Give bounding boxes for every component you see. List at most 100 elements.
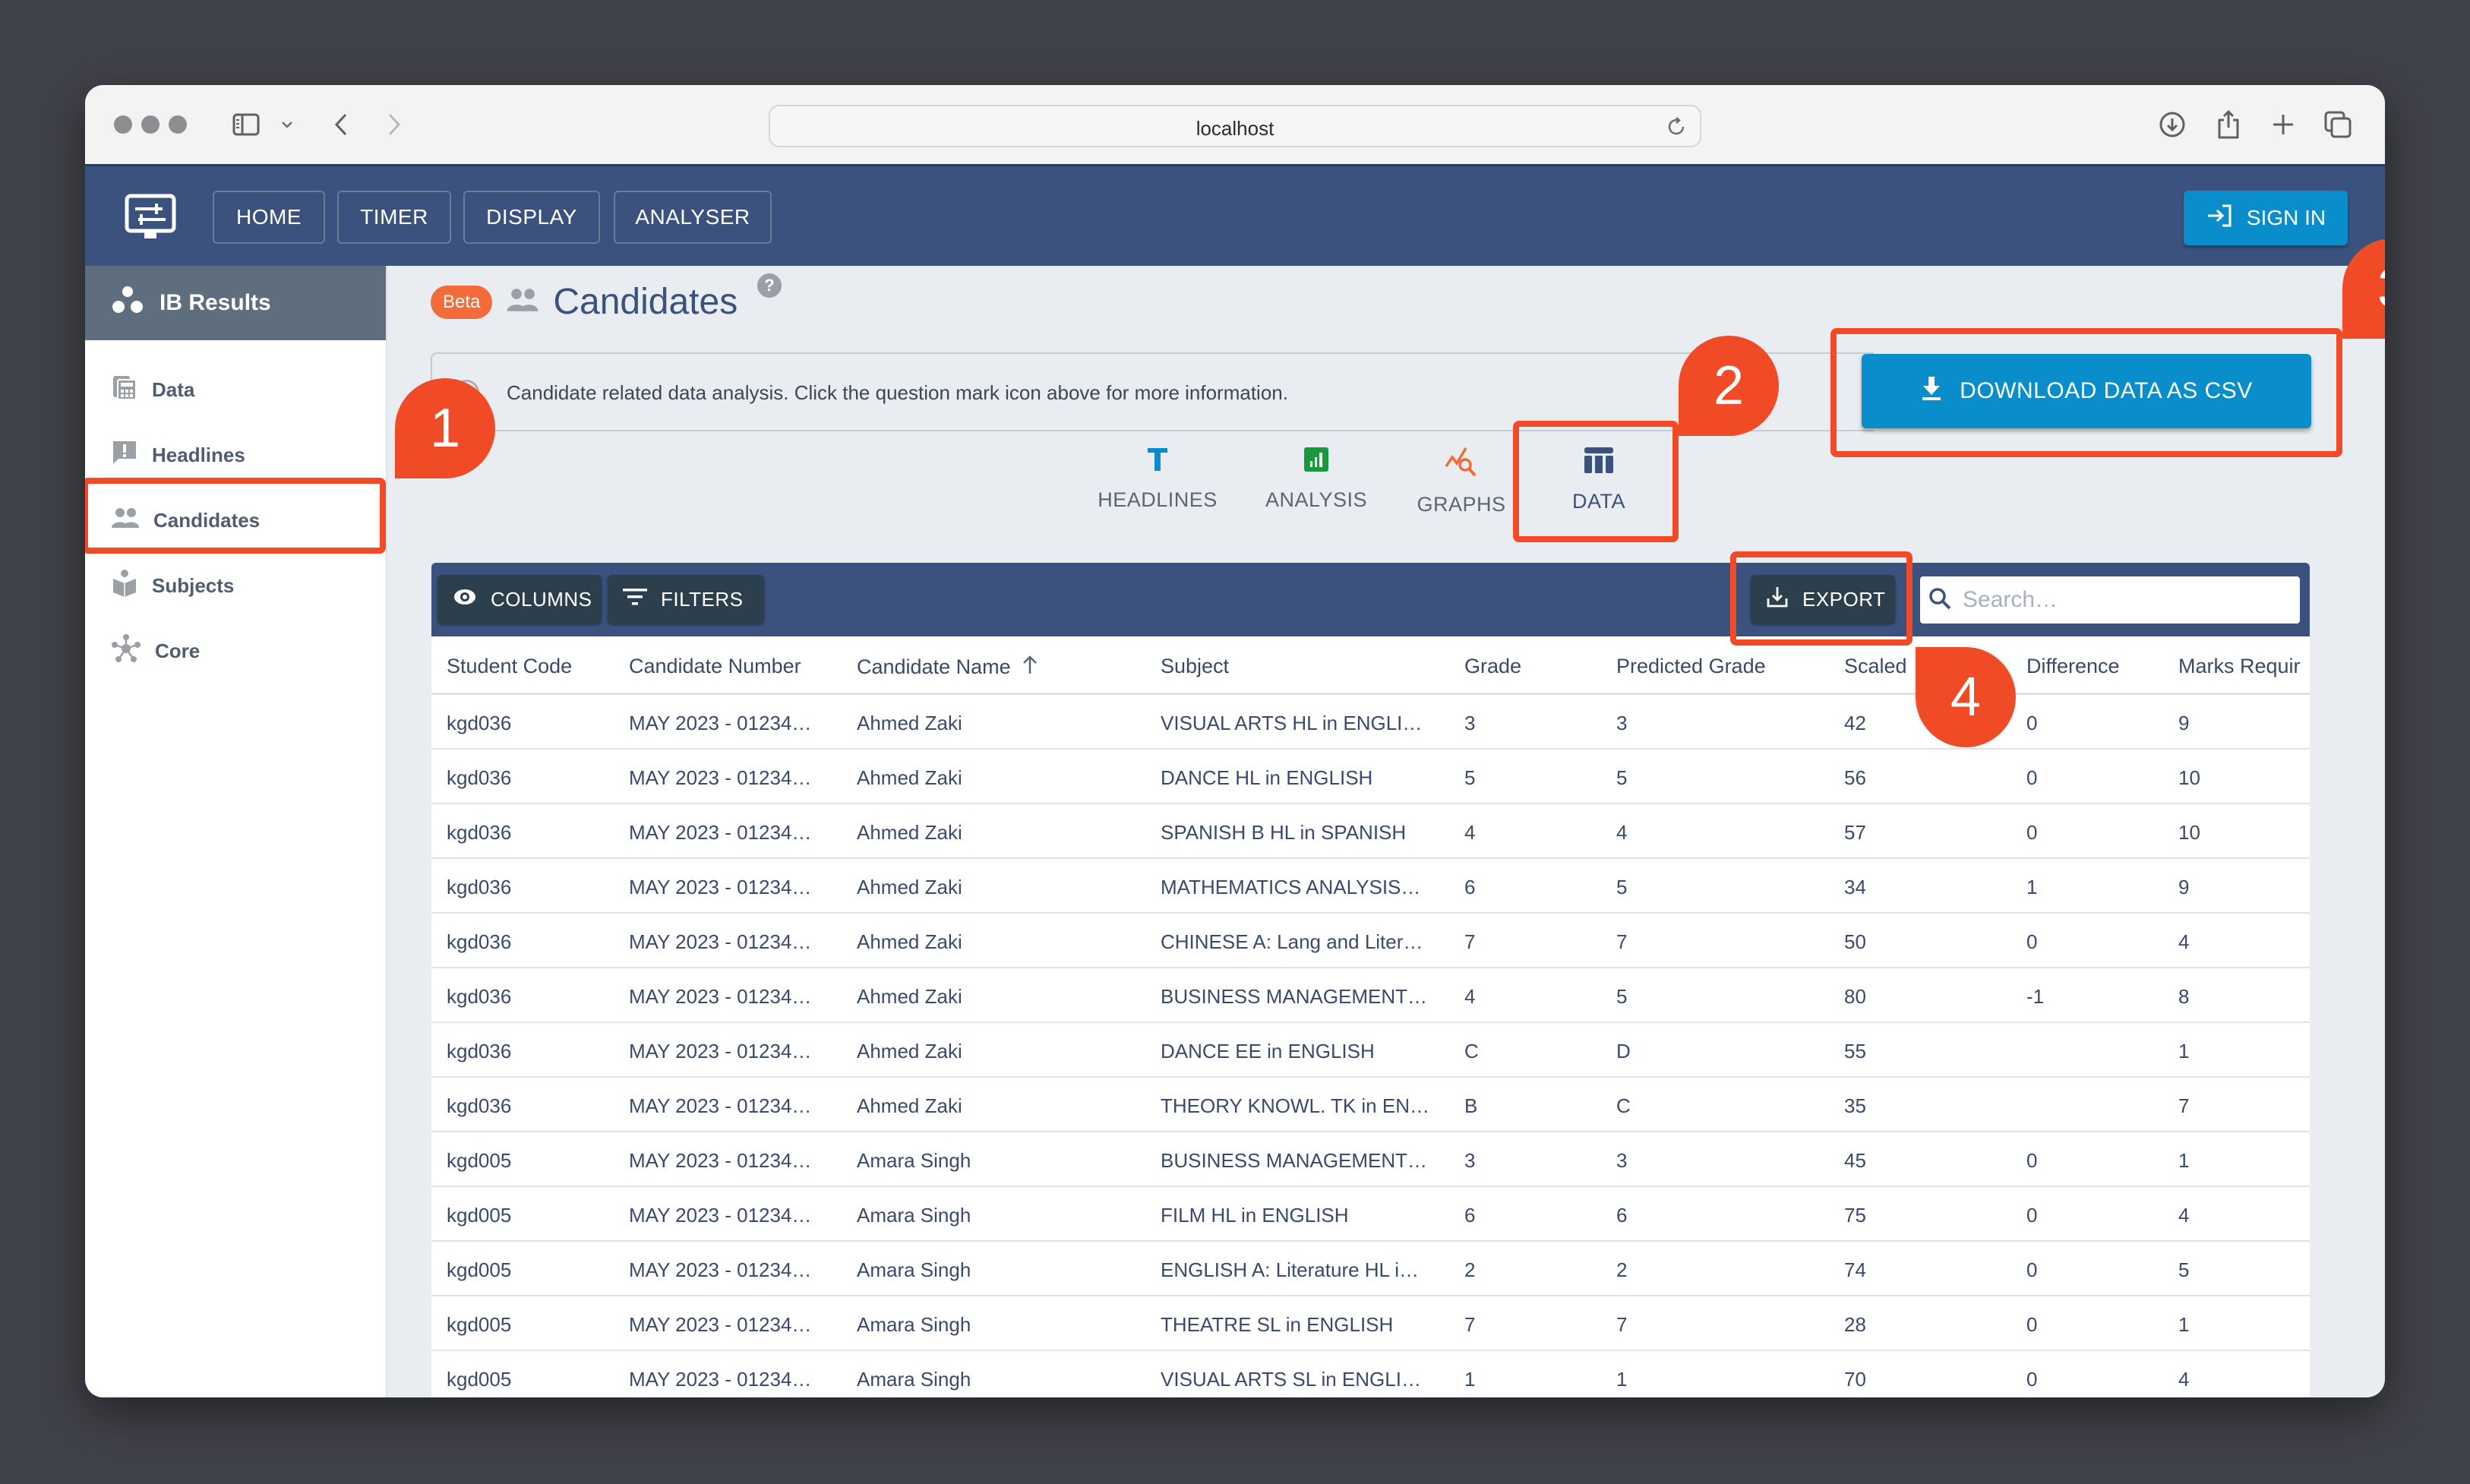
table-row[interactable]: kgd005 MAY 2023 - 01234… Amara Singh ENGLIS… <box>431 1242 2310 1296</box>
table-row[interactable]: kgd036 MAY 2023 - 01234… Ahmed Zaki VISUAL … <box>431 695 2310 750</box>
new-tab-icon[interactable] <box>2269 109 2297 140</box>
share-icon[interactable] <box>2215 109 2242 140</box>
column-header-subject[interactable]: Subject <box>1161 655 1229 678</box>
sidebar-item-core[interactable]: Core <box>85 618 386 684</box>
cell-candidate-name: Ahmed Zaki <box>857 985 962 1008</box>
text-icon <box>1146 447 1169 478</box>
column-header-candidate-number[interactable]: Candidate Number <box>629 655 801 678</box>
cell-candidate-name: Amara Singh <box>857 1313 971 1336</box>
cell-difference: 0 <box>2026 1258 2038 1281</box>
cell-candidate-number: MAY 2023 - 01234… <box>629 1040 812 1062</box>
cell-marks-required: 5 <box>2178 1258 2190 1281</box>
table-row[interactable]: kgd036 MAY 2023 - 01234… Ahmed Zaki CHINESE… <box>431 914 2310 968</box>
tab-analysis[interactable]: ANALYSIS <box>1248 447 1385 530</box>
table-row[interactable]: kgd005 MAY 2023 - 01234… Amara Singh THEATR… <box>431 1296 2310 1351</box>
cell-marks-required: 8 <box>2178 985 2190 1008</box>
cell-candidate-name: Ahmed Zaki <box>857 766 962 789</box>
cell-grade: 7 <box>1464 930 1476 953</box>
cell-grade: 6 <box>1464 876 1476 898</box>
nav-home[interactable]: HOME <box>213 191 325 244</box>
beta-badge: Beta <box>431 285 493 319</box>
data-grid: COLUMNS FILTERS EXPORT Studen <box>431 563 2310 1397</box>
column-header-label: Marks Requir <box>2178 655 2301 677</box>
cell-predicted-grade: 3 <box>1616 1149 1628 1172</box>
search-input[interactable] <box>1963 587 2282 613</box>
back-icon[interactable] <box>330 109 352 140</box>
cell-marks-required: 9 <box>2178 876 2190 898</box>
table-body: kgd036 MAY 2023 - 01234… Ahmed Zaki VISUAL … <box>431 695 2310 1397</box>
book-reader-icon <box>111 569 138 603</box>
nav-display[interactable]: DISPLAY <box>463 191 600 244</box>
column-header-label: Scaled <box>1844 655 1907 677</box>
eye-icon <box>453 588 477 611</box>
url-text: localhost <box>1196 117 1274 140</box>
cell-difference: 0 <box>2026 1368 2038 1391</box>
cell-subject: VISUAL ARTS HL in ENGLI… <box>1161 712 1423 734</box>
nav-analyser[interactable]: ANALYSER <box>614 191 772 244</box>
columns-button[interactable]: COLUMNS <box>437 575 602 624</box>
sidebar-item-subjects[interactable]: Subjects <box>85 553 386 618</box>
sort-ascending-icon[interactable] <box>1022 655 1038 680</box>
filter-icon <box>623 587 647 612</box>
column-header-label: Student Code <box>447 655 573 677</box>
reload-icon[interactable] <box>1665 115 1688 142</box>
cell-subject: DANCE EE in ENGLISH <box>1161 1040 1375 1062</box>
help-icon[interactable]: ? <box>757 273 782 298</box>
cell-predicted-grade: 2 <box>1616 1258 1628 1281</box>
forward-icon[interactable] <box>383 109 406 140</box>
annotation-callout-1: 1 <box>395 378 495 478</box>
cell-grade: 3 <box>1464 712 1476 734</box>
cell-student-code: kgd005 <box>447 1149 512 1172</box>
cell-grade: 5 <box>1464 766 1476 789</box>
cell-grade: 7 <box>1464 1313 1476 1336</box>
table-row[interactable]: kgd036 MAY 2023 - 01234… Ahmed Zaki THEORY … <box>431 1078 2310 1132</box>
column-header-difference[interactable]: Difference <box>2026 655 2120 678</box>
address-bar[interactable]: localhost <box>769 105 1701 147</box>
column-header-marks-required[interactable]: Marks Requir <box>2178 655 2301 678</box>
table-row[interactable]: kgd036 MAY 2023 - 01234… Ahmed Zaki BUSINES… <box>431 968 2310 1023</box>
table-row[interactable]: kgd036 MAY 2023 - 01234… Ahmed Zaki DANCE E… <box>431 1023 2310 1078</box>
cell-scaled: 57 <box>1844 821 1866 844</box>
column-header-predicted-grade[interactable]: Predicted Grade <box>1616 655 1766 678</box>
column-header-scaled[interactable]: Scaled <box>1844 655 1907 678</box>
tab-headlines[interactable]: HEADLINES <box>1089 447 1226 530</box>
downloads-icon[interactable] <box>2157 109 2187 140</box>
table-row[interactable]: kgd005 MAY 2023 - 01234… Amara Singh BUSINE… <box>431 1132 2310 1187</box>
cell-candidate-number: MAY 2023 - 01234… <box>629 1313 812 1336</box>
tab-graphs[interactable]: GRAPHS <box>1393 447 1530 530</box>
cell-scaled: 34 <box>1844 876 1866 898</box>
close-window-dot[interactable] <box>114 115 132 134</box>
page-header: Beta Candidates <box>431 281 738 323</box>
table-row[interactable]: kgd005 MAY 2023 - 01234… Amara Singh VISUAL… <box>431 1351 2310 1397</box>
filters-button[interactable]: FILTERS <box>608 575 764 624</box>
nav-timer[interactable]: TIMER <box>337 191 451 244</box>
table-row[interactable]: kgd036 MAY 2023 - 01234… Ahmed Zaki SPANISH… <box>431 804 2310 859</box>
column-header-grade[interactable]: Grade <box>1464 655 1521 678</box>
column-header-student-code[interactable]: Student Code <box>447 655 572 678</box>
maximize-window-dot[interactable] <box>169 115 187 134</box>
sign-in-button[interactable]: SIGN IN <box>2184 191 2348 245</box>
column-header-label: Predicted Grade <box>1616 655 1766 677</box>
sidebar-item-data[interactable]: Data <box>85 357 386 422</box>
cell-candidate-name: Amara Singh <box>857 1258 971 1281</box>
cell-scaled: 42 <box>1844 712 1866 734</box>
tab-overview-icon[interactable] <box>2323 109 2353 140</box>
cell-difference: 0 <box>2026 766 2038 789</box>
app-logo-icon[interactable] <box>125 194 176 245</box>
column-header-candidate-name[interactable]: Candidate Name <box>857 655 1038 680</box>
search-field[interactable] <box>1920 576 2300 624</box>
people-icon <box>506 287 539 317</box>
chevron-down-icon[interactable] <box>280 109 295 140</box>
column-header-label: Difference <box>2026 655 2120 677</box>
table-row[interactable]: kgd036 MAY 2023 - 01234… Ahmed Zaki DANCE H… <box>431 750 2310 804</box>
sidebar-toggle-icon[interactable] <box>231 109 261 140</box>
cell-subject: FILM HL in ENGLISH <box>1161 1204 1349 1227</box>
cell-candidate-name: Ahmed Zaki <box>857 1040 962 1062</box>
table-row[interactable]: kgd005 MAY 2023 - 01234… Amara Singh FILM H… <box>431 1187 2310 1242</box>
minimize-window-dot[interactable] <box>141 115 160 134</box>
cell-subject: MATHEMATICS ANALYSIS… <box>1161 876 1421 898</box>
cell-student-code: kgd005 <box>447 1313 512 1336</box>
table-row[interactable]: kgd036 MAY 2023 - 01234… Ahmed Zaki MATHEMA… <box>431 859 2310 914</box>
cell-student-code: kgd036 <box>447 712 512 734</box>
cell-difference: 0 <box>2026 1313 2038 1336</box>
